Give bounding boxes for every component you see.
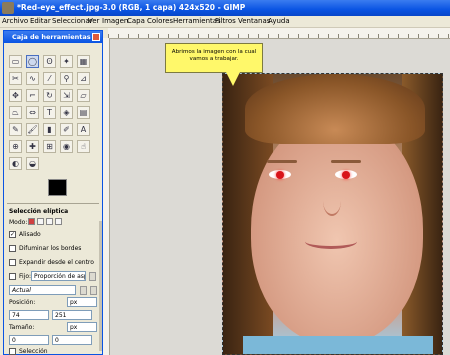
position-x-input[interactable]: 74: [9, 310, 49, 320]
scale-icon[interactable]: ⇲: [60, 89, 73, 102]
menu-filtros[interactable]: Filtros: [215, 16, 236, 27]
blend-icon[interactable]: ▤: [77, 106, 90, 119]
menu-editar[interactable]: Editar: [30, 16, 51, 27]
shear-icon[interactable]: ▱: [77, 89, 90, 102]
callout-arrow-icon: [226, 72, 240, 86]
fixed-current-input[interactable]: Actual: [9, 285, 76, 295]
mode-intersect-button[interactable]: [55, 218, 62, 225]
left-eye: [269, 170, 291, 179]
tool-options-title: Selección elíptica: [9, 208, 69, 215]
ellipse-select-icon[interactable]: ◯: [26, 55, 39, 68]
blur-icon[interactable]: ◉: [60, 140, 73, 153]
close-icon[interactable]: [92, 33, 100, 41]
selection-label: Selección: [19, 348, 48, 355]
position-unit-select[interactable]: px: [67, 297, 97, 307]
toolbox-window: Caja de herramientas ▭ ◯ ʘ ✦ ▦ ✂ ∿ ⁄ ⚲ ⊿…: [3, 30, 103, 355]
red-eye-photo[interactable]: [222, 73, 443, 355]
rotate-icon[interactable]: ↻: [43, 89, 56, 102]
horizontal-ruler[interactable]: [108, 28, 450, 39]
vertical-ruler[interactable]: [103, 38, 110, 355]
foreground-color[interactable]: [48, 179, 67, 196]
pencil-icon[interactable]: ✎: [9, 123, 22, 136]
menu-imagen[interactable]: Imagen: [102, 16, 128, 27]
fixed-mode-select[interactable]: Proporción de aspecto: [31, 271, 86, 281]
size-unit-select[interactable]: px: [67, 322, 97, 332]
eraser-icon[interactable]: ▮: [43, 123, 56, 136]
red-pupil: [342, 171, 350, 179]
size-label: Tamaño:: [9, 324, 35, 331]
mode-label: Modo:: [9, 219, 28, 226]
feather-label: Difuminar los bordes: [19, 245, 82, 252]
rect-select-icon[interactable]: ▭: [9, 55, 22, 68]
right-eye: [335, 170, 357, 179]
mouth: [305, 234, 357, 249]
lasso-icon[interactable]: ʘ: [43, 55, 56, 68]
face: [251, 114, 423, 344]
red-pupil: [276, 171, 284, 179]
size-width-input[interactable]: 0: [9, 335, 49, 345]
selection-checkbox[interactable]: [9, 348, 16, 355]
menu-archivo[interactable]: Archivo: [2, 16, 28, 27]
perspective-clone-icon[interactable]: ⊞: [43, 140, 56, 153]
antialias-label: Alisado: [19, 231, 41, 238]
perspective-icon[interactable]: ⏢: [9, 106, 22, 119]
menu-ayuda[interactable]: Ayuda: [268, 16, 290, 27]
feather-checkbox[interactable]: [9, 245, 16, 252]
chevron-down-icon[interactable]: [89, 272, 96, 281]
dodge-icon[interactable]: ◒: [26, 157, 39, 170]
position-label: Posición:: [9, 299, 36, 306]
airbrush-icon[interactable]: ✐: [60, 123, 73, 136]
window-title: *Red-eye_effect.jpg-3.0 (RGB, 1 capa) 42…: [17, 3, 246, 12]
mode-subtract-button[interactable]: [46, 218, 53, 225]
color-picker-icon[interactable]: ⁄: [43, 72, 56, 85]
menu-herramientas[interactable]: Herramientas: [173, 16, 221, 27]
toolbox-titlebar: Caja de herramientas: [4, 31, 102, 43]
flip-icon[interactable]: ⇔: [26, 106, 39, 119]
crop-icon[interactable]: ⌐: [26, 89, 39, 102]
scissors-icon[interactable]: ✂: [9, 72, 22, 85]
position-y-input[interactable]: 251: [52, 310, 92, 320]
smudge-icon[interactable]: ☝: [77, 140, 90, 153]
menubar: Archivo Editar Seleccionar Ver Imagen Ca…: [0, 16, 450, 28]
select-by-color-icon[interactable]: ▦: [77, 55, 90, 68]
move-icon[interactable]: ✥: [9, 89, 22, 102]
menu-ver[interactable]: Ver: [88, 16, 99, 27]
tutorial-callout: Abrimos la imagen con la cual vamos a tr…: [165, 43, 263, 73]
measure-icon[interactable]: ⊿: [77, 72, 90, 85]
menu-capa[interactable]: Capa: [127, 16, 145, 27]
menu-seleccionar[interactable]: Seleccionar: [52, 16, 93, 27]
zoom-icon[interactable]: ⚲: [60, 72, 73, 85]
size-height-input[interactable]: 0: [52, 335, 92, 345]
landscape-icon[interactable]: [90, 286, 97, 295]
fixed-label: Fijo:: [19, 273, 32, 280]
text-icon[interactable]: T: [43, 106, 56, 119]
fixed-checkbox[interactable]: [9, 273, 16, 280]
paths-icon[interactable]: ∿: [26, 72, 39, 85]
window-titlebar: *Red-eye_effect.jpg-3.0 (RGB, 1 capa) 42…: [0, 0, 450, 16]
heal-icon[interactable]: ✚: [26, 140, 39, 153]
antialias-checkbox[interactable]: ✓: [9, 231, 16, 238]
chain-icon[interactable]: [80, 286, 87, 295]
toolbox-scrollbar[interactable]: [99, 221, 102, 351]
magic-wand-icon[interactable]: ✦: [60, 55, 73, 68]
menu-ventanas[interactable]: Ventanas: [238, 16, 270, 27]
menu-colores[interactable]: Colores: [147, 16, 173, 27]
expand-center-label: Expandir desde el centro: [19, 259, 94, 266]
mode-add-button[interactable]: [37, 218, 44, 225]
bucket-fill-icon[interactable]: ◈: [60, 106, 73, 119]
gimp-app-icon[interactable]: [2, 2, 14, 14]
expand-center-checkbox[interactable]: [9, 259, 16, 266]
clone-icon[interactable]: ⊕: [9, 140, 22, 153]
dodge-burn-icon[interactable]: ◐: [9, 157, 22, 170]
mode-replace-button[interactable]: [28, 218, 35, 225]
ink-icon[interactable]: A: [77, 123, 90, 136]
paintbrush-icon[interactable]: 🖌: [26, 123, 39, 136]
